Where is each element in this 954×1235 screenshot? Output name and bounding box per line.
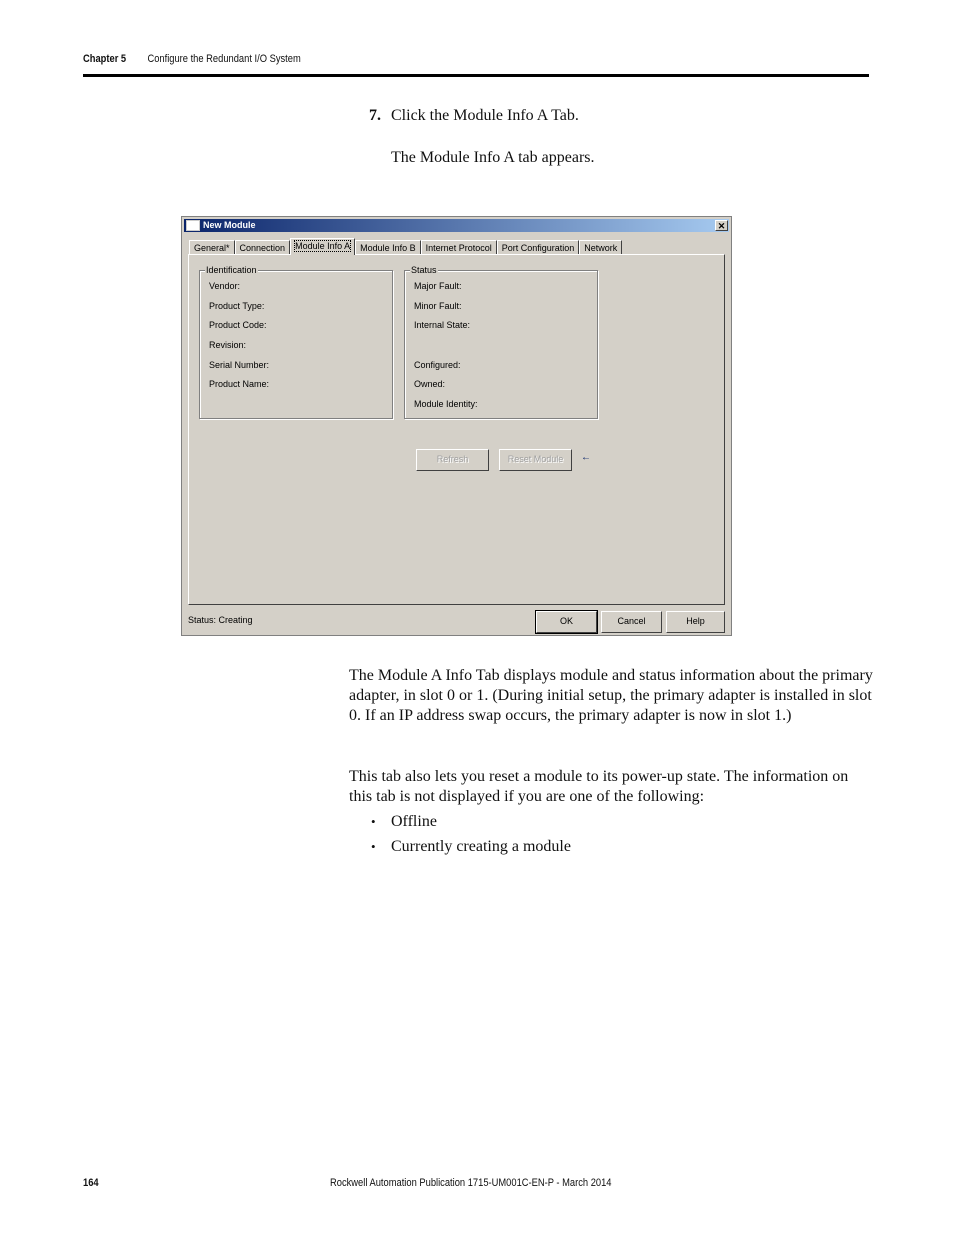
close-button[interactable]: ✕ [715, 220, 728, 231]
tab-strip: General* Connection Module Info A Module… [189, 238, 623, 255]
conditions-list: Offline Currently creating a module [369, 812, 571, 862]
header-rule [83, 74, 869, 77]
serial-number-label: Serial Number: [209, 360, 270, 370]
major-fault-label: Major Fault: [414, 281, 462, 291]
step-text: Click the Module Info A Tab. [391, 107, 579, 124]
tab-module-info-b[interactable]: Module Info B [355, 240, 421, 255]
step-result: The Module Info A tab appears. [391, 149, 595, 166]
tab-port-configuration[interactable]: Port Configuration [496, 240, 580, 255]
new-module-dialog: New Module ✕ General* Connection Module … [181, 216, 732, 636]
step-instruction: 7. Click the Module Info A Tab. [369, 107, 579, 125]
tab-label: Connection [239, 243, 286, 253]
publication-info: Rockwell Automation Publication 1715-UM0… [330, 1177, 612, 1189]
chapter-label: Chapter 5 [83, 53, 127, 65]
tab-panel: Identification Vendor: Product Type: Pro… [188, 254, 725, 605]
tab-network[interactable]: Network [579, 240, 623, 255]
tab-label: Port Configuration [501, 243, 575, 253]
identification-legend: Identification [205, 265, 258, 276]
tab-connection[interactable]: Connection [234, 240, 291, 255]
module-identity-label: Module Identity: [414, 399, 478, 409]
step-number: 7. [369, 107, 381, 124]
tab-module-info-a[interactable]: Module Info A [290, 238, 356, 255]
product-code-label: Product Code: [209, 320, 267, 330]
configured-label: Configured: [414, 360, 461, 370]
tab-label: General* [194, 243, 230, 253]
tab-label: Module Info B [360, 243, 416, 253]
close-icon: ✕ [717, 221, 726, 231]
dialog-title: New Module [203, 220, 256, 230]
list-item: Currently creating a module [369, 837, 571, 862]
reset-paragraph: This tab also lets you reset a module to… [349, 768, 849, 805]
product-type-label: Product Type: [209, 301, 265, 311]
cancel-button[interactable]: Cancel [601, 611, 662, 633]
identification-group: Identification Vendor: Product Type: Pro… [199, 265, 393, 419]
help-button[interactable]: Help [666, 611, 725, 633]
tab-label: Internet Protocol [425, 243, 492, 253]
revision-label: Revision: [209, 340, 247, 350]
status-legend: Status [410, 265, 438, 276]
arrow-left-icon: ← [581, 452, 591, 463]
tab-general[interactable]: General* [189, 240, 235, 255]
reset-module-button[interactable]: Reset Module [499, 449, 572, 471]
page-number: 164 [83, 1177, 99, 1189]
internal-state-label: Internal State: [414, 320, 471, 330]
description-paragraph: The Module A Info Tab displays module an… [349, 667, 873, 724]
tab-internet-protocol[interactable]: Internet Protocol [420, 240, 497, 255]
running-header: Chapter 5 Configure the Redundant I/O Sy… [83, 53, 301, 65]
chapter-title: Configure the Redundant I/O System [147, 53, 301, 65]
window-icon [186, 220, 200, 231]
minor-fault-label: Minor Fault: [414, 301, 462, 311]
vendor-label: Vendor: [209, 281, 241, 291]
dialog-titlebar[interactable]: New Module ✕ [184, 219, 729, 232]
tab-label: Network [584, 243, 618, 253]
dialog-status-text: Status: Creating [188, 615, 253, 625]
status-group: Status Major Fault: Minor Fault: Interna… [404, 265, 598, 419]
refresh-button[interactable]: Refresh [416, 449, 489, 471]
ok-button[interactable]: OK [535, 610, 598, 634]
tab-label: Module Info A [294, 240, 352, 252]
list-item: Offline [369, 812, 571, 837]
owned-label: Owned: [414, 379, 446, 389]
product-name-label: Product Name: [209, 379, 270, 389]
